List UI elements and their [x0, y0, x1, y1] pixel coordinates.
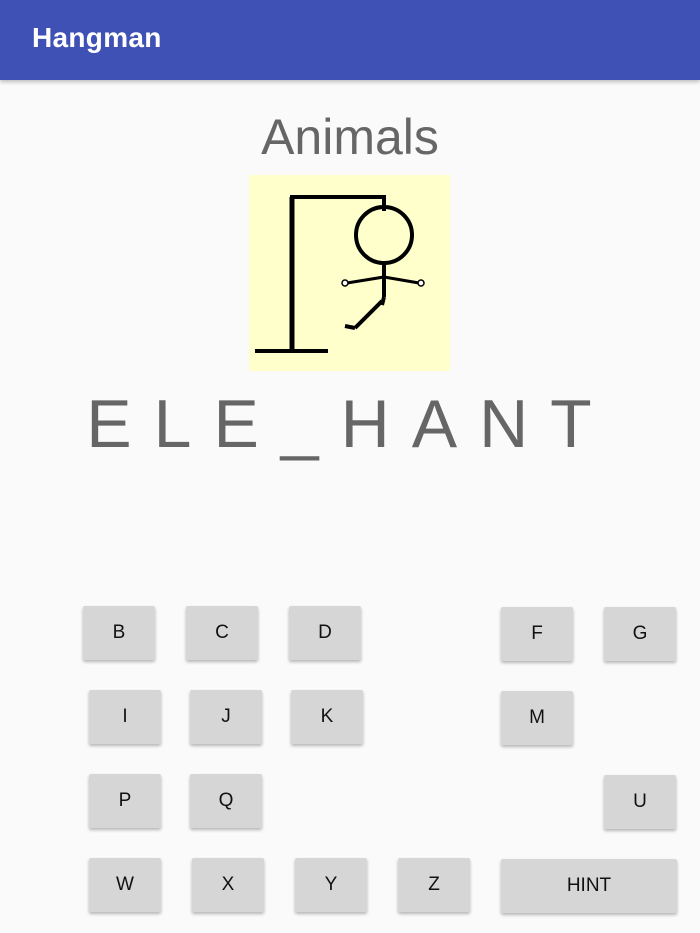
key-f[interactable]: F: [501, 607, 573, 661]
key-c[interactable]: C: [186, 606, 258, 660]
key-p[interactable]: P: [89, 774, 161, 828]
category-label: Animals: [261, 109, 439, 165]
hangman-figure-icon: [255, 195, 425, 353]
app-bar: Hangman: [0, 0, 700, 80]
key-k[interactable]: K: [291, 690, 363, 744]
key-q[interactable]: Q: [190, 774, 262, 828]
hangman-drawing: [249, 175, 450, 371]
key-b[interactable]: B: [83, 606, 155, 660]
key-z[interactable]: Z: [398, 858, 470, 912]
key-y[interactable]: Y: [295, 858, 367, 912]
key-x[interactable]: X: [192, 858, 264, 912]
key-w[interactable]: W: [89, 858, 161, 912]
hint-button[interactable]: HINT: [501, 859, 677, 913]
app-title: Hangman: [32, 22, 162, 53]
key-d[interactable]: D: [289, 606, 361, 660]
key-j[interactable]: J: [190, 690, 262, 744]
key-m[interactable]: M: [501, 691, 573, 745]
word-display: ELE_HANT: [86, 386, 614, 462]
key-g[interactable]: G: [604, 607, 676, 661]
key-u[interactable]: U: [604, 775, 676, 829]
key-i[interactable]: I: [89, 690, 161, 744]
